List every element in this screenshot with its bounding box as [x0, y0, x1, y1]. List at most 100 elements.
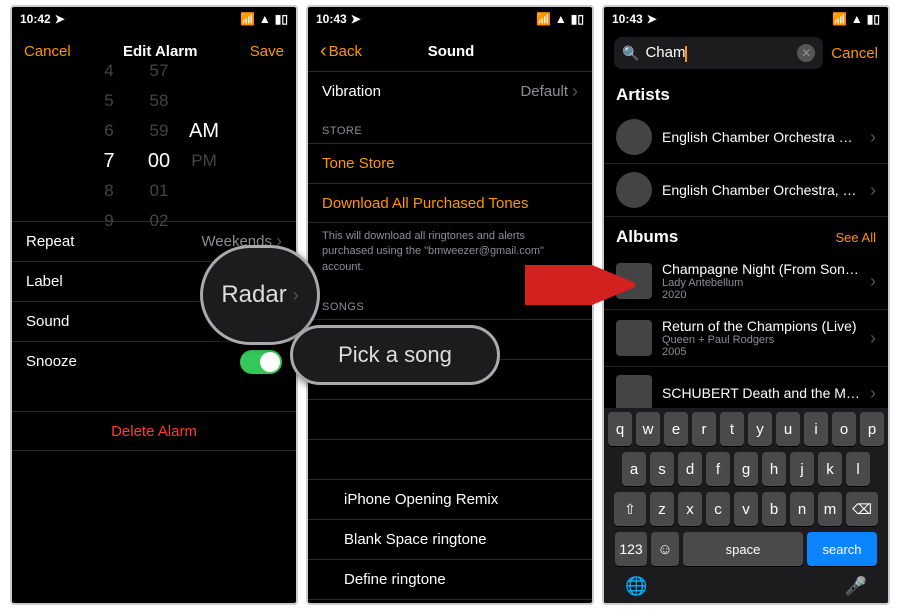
key-space[interactable]: space [683, 532, 803, 566]
clear-search-button[interactable]: ✕ [797, 44, 815, 62]
key-j[interactable]: j [790, 452, 814, 486]
picker-ampm[interactable]: AM [189, 116, 219, 146]
signal-icon: 📶 [832, 12, 847, 26]
key-o[interactable]: o [832, 412, 856, 446]
picker-hour[interactable]: 5 [104, 86, 113, 116]
see-all-link[interactable]: See All [836, 230, 876, 245]
picker-minute[interactable]: 01 [150, 176, 169, 206]
chevron-right-icon: › [870, 383, 876, 404]
picker-ampm[interactable]: PM [191, 146, 217, 176]
key-l[interactable]: l [846, 452, 870, 486]
key-u[interactable]: u [776, 412, 800, 446]
key-⌫[interactable]: ⌫ [846, 492, 878, 526]
key-x[interactable]: x [678, 492, 702, 526]
location-icon: ➤ [55, 12, 65, 26]
delete-alarm-button[interactable]: Delete Alarm [12, 411, 296, 451]
key-m[interactable]: m [818, 492, 842, 526]
search-field[interactable]: 🔍 Cham ✕ [614, 37, 823, 69]
search-input[interactable]: Cham [645, 44, 791, 61]
picker-minute[interactable]: 58 [150, 86, 169, 116]
nav-title: Sound [428, 43, 475, 60]
album-year: 2005 [662, 346, 860, 358]
key-y[interactable]: y [748, 412, 772, 446]
picker-minute[interactable]: 59 [150, 116, 169, 146]
location-icon: ➤ [351, 12, 361, 26]
download-tones-link[interactable]: Download All Purchased Tones [308, 183, 592, 223]
picker-hour[interactable]: 8 [104, 176, 113, 206]
save-button[interactable]: Save [250, 43, 284, 60]
key-s[interactable]: s [650, 452, 674, 486]
picker-minute[interactable]: 00 [148, 146, 170, 176]
snooze-row: Snooze [12, 341, 296, 381]
label-label: Label [26, 273, 63, 290]
picker-minute[interactable]: 57 [150, 56, 169, 86]
tone-store-link[interactable]: Tone Store [308, 143, 592, 183]
album-row[interactable]: Champagne Night (From Songlan…Lady Anteb… [604, 253, 888, 310]
key-b[interactable]: b [762, 492, 786, 526]
chevron-right-icon: › [572, 81, 578, 102]
chevron-right-icon: › [870, 328, 876, 349]
repeat-label: Repeat [26, 233, 74, 250]
key-c[interactable]: c [706, 492, 730, 526]
picker-hour[interactable]: 6 [104, 116, 113, 146]
key-r[interactable]: r [692, 412, 716, 446]
album-thumb [616, 375, 652, 411]
phone-sound: 10:43 ➤ 📶 ▲ ▮▯ ‹ Back Sound Vibration De… [306, 5, 594, 605]
picker-minute[interactable]: 02 [150, 206, 169, 236]
globe-icon[interactable]: 🌐 [625, 576, 647, 597]
key-t[interactable]: t [720, 412, 744, 446]
key-h[interactable]: h [762, 452, 786, 486]
key-i[interactable]: i [804, 412, 828, 446]
search-icon: 🔍 [622, 45, 639, 62]
artist-thumb [616, 172, 652, 208]
artist-row[interactable]: English Chamber Orchestra, Richa…› [604, 164, 888, 217]
cancel-button[interactable]: Cancel [24, 43, 71, 60]
key-k[interactable]: k [818, 452, 842, 486]
key-search[interactable]: search [807, 532, 877, 566]
time-picker[interactable]: 456789 575859000102 AMPM [12, 71, 296, 221]
keyboard[interactable]: qwertyuiop asdfghjkl ⇧zxcvbnm⌫ 123 ☺ spa… [604, 408, 888, 603]
status-bar: 10:43 ➤ 📶 ▲ ▮▯ [308, 7, 592, 31]
sound-label: Sound [26, 313, 69, 330]
status-time: 10:42 [20, 12, 51, 26]
key-⇧[interactable]: ⇧ [614, 492, 646, 526]
mic-icon[interactable]: 🎤 [845, 576, 867, 597]
cancel-search-button[interactable]: Cancel [831, 45, 878, 62]
snooze-toggle[interactable] [240, 350, 282, 374]
artist-row[interactable]: English Chamber Orchestra & Mur…› [604, 111, 888, 164]
albums-header: Albums See All [604, 217, 888, 253]
key-d[interactable]: d [678, 452, 702, 486]
key-v[interactable]: v [734, 492, 758, 526]
key-z[interactable]: z [650, 492, 674, 526]
album-row[interactable]: Return of the Champions (Live)Queen + Pa… [604, 310, 888, 367]
chevron-right-icon: › [870, 180, 876, 201]
status-icons: 📶 ▲ ▮▯ [832, 12, 880, 26]
song-row[interactable]: iPhone Opening Remix [308, 479, 592, 519]
key-g[interactable]: g [734, 452, 758, 486]
signal-icon: 📶 [536, 12, 551, 26]
nav-bar: ‹ Back Sound [308, 31, 592, 71]
key-p[interactable]: p [860, 412, 884, 446]
picker-hour[interactable]: 7 [103, 146, 114, 176]
status-bar: 10:42 ➤ 📶 ▲ ▮▯ [12, 7, 296, 31]
vibration-value: Default [520, 83, 568, 100]
key-e[interactable]: e [664, 412, 688, 446]
picker-hour[interactable]: 9 [104, 206, 113, 236]
wifi-icon: ▲ [259, 12, 271, 26]
key-n[interactable]: n [790, 492, 814, 526]
song-row[interactable]: Define ringtone [308, 559, 592, 599]
key-q[interactable]: q [608, 412, 632, 446]
key-emoji[interactable]: ☺ [651, 532, 679, 566]
battery-icon: ▮▯ [571, 12, 584, 26]
album-sub: Queen + Paul Rodgers [662, 334, 860, 346]
song-row[interactable]: Glee [308, 599, 592, 605]
key-a[interactable]: a [622, 452, 646, 486]
key-w[interactable]: w [636, 412, 660, 446]
vibration-row[interactable]: Vibration Default› [308, 71, 592, 111]
song-row[interactable]: Blank Space ringtone [308, 519, 592, 559]
key-123[interactable]: 123 [615, 532, 647, 566]
chevron-right-icon: › [870, 127, 876, 148]
picker-hour[interactable]: 4 [104, 56, 113, 86]
back-button[interactable]: ‹ Back [320, 40, 362, 63]
key-f[interactable]: f [706, 452, 730, 486]
